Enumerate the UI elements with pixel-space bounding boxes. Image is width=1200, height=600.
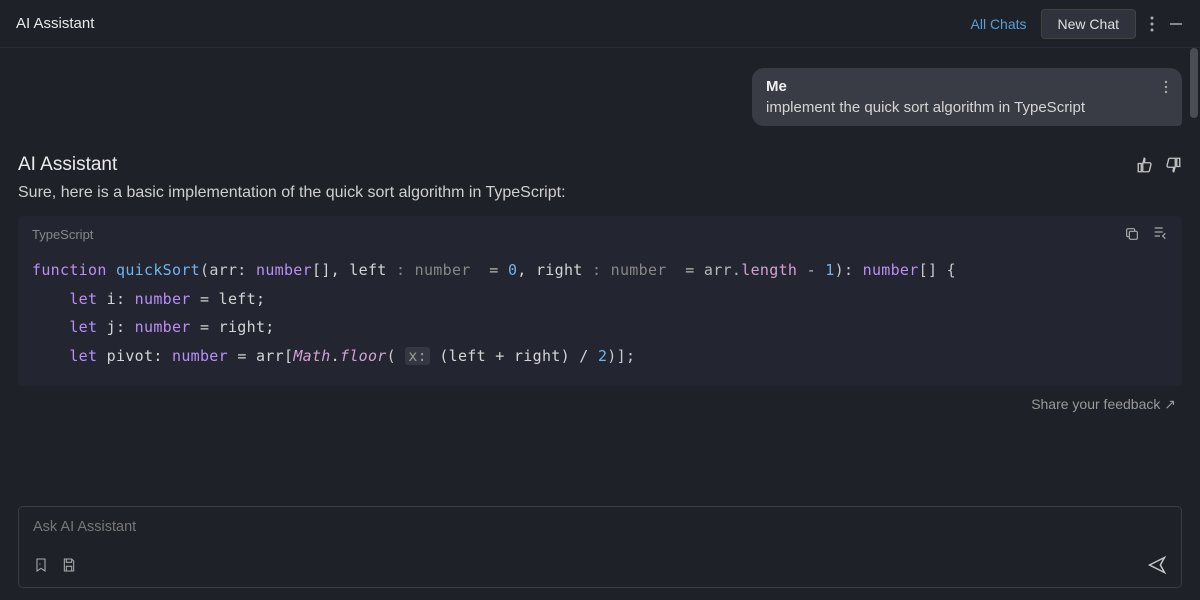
code-token: 1 bbox=[825, 261, 834, 279]
code-token: let bbox=[69, 347, 97, 365]
code-language-label: TypeScript bbox=[32, 227, 93, 242]
share-feedback-link[interactable]: Share your feedback ↗ bbox=[18, 396, 1182, 413]
code-token: number bbox=[135, 318, 191, 336]
copy-code-icon[interactable] bbox=[1124, 226, 1140, 242]
code-token: (left + right) / bbox=[430, 347, 598, 365]
code-block: TypeScript function quickSort(arr: numbe… bbox=[18, 216, 1182, 386]
ai-intro-text: Sure, here is a basic implementation of … bbox=[18, 184, 1182, 202]
bookmark-icon[interactable] bbox=[33, 557, 49, 573]
code-token: floor bbox=[340, 347, 387, 365]
app-title: AI Assistant bbox=[16, 15, 94, 32]
code-token: ): bbox=[835, 261, 863, 279]
code-token: ( bbox=[387, 347, 406, 365]
code-token: = left; bbox=[191, 290, 266, 308]
code-token: 2 bbox=[598, 347, 607, 365]
code-token: Math bbox=[293, 347, 330, 365]
code-token: - bbox=[797, 261, 825, 279]
code-token: number bbox=[863, 261, 919, 279]
code-token: = bbox=[471, 261, 508, 279]
code-token: length bbox=[741, 261, 797, 279]
code-token: quickSort bbox=[116, 261, 200, 279]
code-token: )]; bbox=[607, 347, 635, 365]
user-message-text: implement the quick sort algorithm in Ty… bbox=[766, 99, 1168, 116]
chat-input[interactable] bbox=[33, 519, 1167, 535]
code-token: let bbox=[69, 318, 97, 336]
code-token: [] { bbox=[919, 261, 956, 279]
feedback-icons bbox=[1136, 156, 1182, 174]
code-token: = arr. bbox=[667, 261, 742, 279]
code-token: let bbox=[69, 290, 97, 308]
chat-scroll-area: Me implement the quick sort algorithm in… bbox=[0, 48, 1200, 500]
message-options-icon[interactable] bbox=[1164, 80, 1168, 94]
code-token: [], left bbox=[312, 261, 396, 279]
send-icon[interactable] bbox=[1147, 555, 1167, 575]
code-header: TypeScript bbox=[18, 216, 1182, 252]
ai-message-block: AI Assistant Sure, here is a basic imple… bbox=[18, 154, 1182, 386]
all-chats-link[interactable]: All Chats bbox=[971, 16, 1027, 32]
user-message-bubble: Me implement the quick sort algorithm in… bbox=[752, 68, 1182, 126]
code-token: (arr: bbox=[200, 261, 256, 279]
header-bar: AI Assistant All Chats New Chat bbox=[0, 0, 1200, 48]
thumbs-up-icon[interactable] bbox=[1136, 156, 1154, 174]
more-options-icon[interactable] bbox=[1150, 16, 1154, 32]
code-token: pivot: bbox=[97, 347, 172, 365]
minimize-icon[interactable] bbox=[1168, 16, 1184, 32]
code-token: number bbox=[172, 347, 228, 365]
new-chat-button[interactable]: New Chat bbox=[1041, 9, 1136, 39]
code-token: function bbox=[32, 261, 107, 279]
code-token: : number bbox=[396, 261, 471, 279]
code-token: , right bbox=[517, 261, 592, 279]
chat-input-container bbox=[18, 506, 1182, 588]
scrollbar[interactable] bbox=[1188, 48, 1200, 500]
code-token: x: bbox=[405, 347, 430, 365]
thumbs-down-icon[interactable] bbox=[1164, 156, 1182, 174]
scrollbar-thumb[interactable] bbox=[1190, 48, 1198, 118]
code-token: i: bbox=[97, 290, 134, 308]
header-actions: All Chats New Chat bbox=[971, 9, 1185, 39]
insert-code-icon[interactable] bbox=[1152, 226, 1168, 242]
save-icon[interactable] bbox=[61, 557, 77, 573]
input-toolbar bbox=[33, 555, 1167, 575]
ai-name-label: AI Assistant bbox=[18, 154, 117, 176]
code-token: = right; bbox=[191, 318, 275, 336]
code-token: . bbox=[331, 347, 340, 365]
code-content[interactable]: function quickSort(arr: number[], left :… bbox=[18, 252, 1182, 386]
code-token: = arr[ bbox=[228, 347, 293, 365]
code-token: : number bbox=[592, 261, 667, 279]
code-token: 0 bbox=[508, 261, 517, 279]
user-name-label: Me bbox=[766, 78, 787, 95]
code-token: j: bbox=[97, 318, 134, 336]
code-token: number bbox=[135, 290, 191, 308]
code-token: number bbox=[256, 261, 312, 279]
